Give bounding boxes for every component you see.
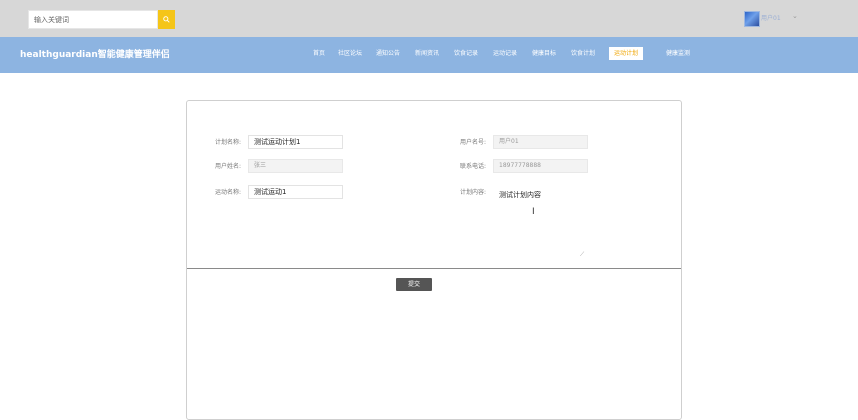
site-title: healthguardian智能健康管理伴侣 (20, 50, 170, 60)
search-icon (163, 16, 170, 23)
phone-field: 18977778888 (493, 159, 588, 173)
user-account-field: 用户01 (493, 135, 588, 149)
nav-item-diet-plans[interactable]: 饮食计划 (571, 47, 595, 60)
user-name-label: 用户姓名: (215, 163, 242, 170)
nav-item-health-monitoring[interactable]: 健康监测 (666, 47, 690, 60)
username[interactable]: 用户01 (761, 13, 781, 22)
nav-item-diet-records[interactable]: 饮食记录 (454, 47, 478, 60)
nav-item-news[interactable]: 新闻资讯 (415, 47, 439, 60)
nav-item-exercise-records[interactable]: 运动记录 (493, 47, 517, 60)
plan-content-label: 计划内容: (460, 189, 487, 196)
avatar[interactable] (744, 11, 760, 27)
search-input[interactable] (28, 10, 158, 29)
plan-content-textarea[interactable]: 测试计划内容 (494, 187, 587, 257)
search-button[interactable] (158, 10, 175, 29)
exercise-plan-form: 计划名称: 测试运动计划1 用户名号: 用户01 用户姓名: 张三 联系电话: … (186, 100, 682, 420)
chevron-down-icon[interactable]: ⌄ (792, 12, 798, 20)
nav-bar: healthguardian智能健康管理伴侣 首页 社区论坛 通知公告 新闻资讯… (0, 37, 858, 73)
user-account-label: 用户名号: (460, 139, 487, 146)
top-bar: 用户01 ⌄ (0, 0, 858, 37)
nav-item-exercise-plans[interactable]: 运动计划 (609, 47, 644, 60)
plan-name-label: 计划名称: (215, 139, 242, 146)
nav-item-notices[interactable]: 通知公告 (376, 47, 400, 60)
nav-item-home[interactable]: 首页 (313, 47, 325, 60)
submit-button[interactable]: 提交 (396, 278, 432, 291)
exercise-name-input[interactable]: 测试运动1 (248, 185, 343, 199)
resize-handle-icon[interactable]: ⟋ (580, 251, 584, 259)
nav-item-health-goals[interactable]: 健康目标 (532, 47, 556, 60)
phone-label: 联系电话: (460, 163, 487, 170)
divider (187, 268, 681, 269)
nav-item-forum[interactable]: 社区论坛 (338, 47, 362, 60)
plan-name-input[interactable]: 测试运动计划1 (248, 135, 343, 149)
user-name-field: 张三 (248, 159, 343, 173)
text-cursor-icon: Ι (532, 207, 535, 217)
exercise-name-label: 运动名称: (215, 189, 242, 196)
